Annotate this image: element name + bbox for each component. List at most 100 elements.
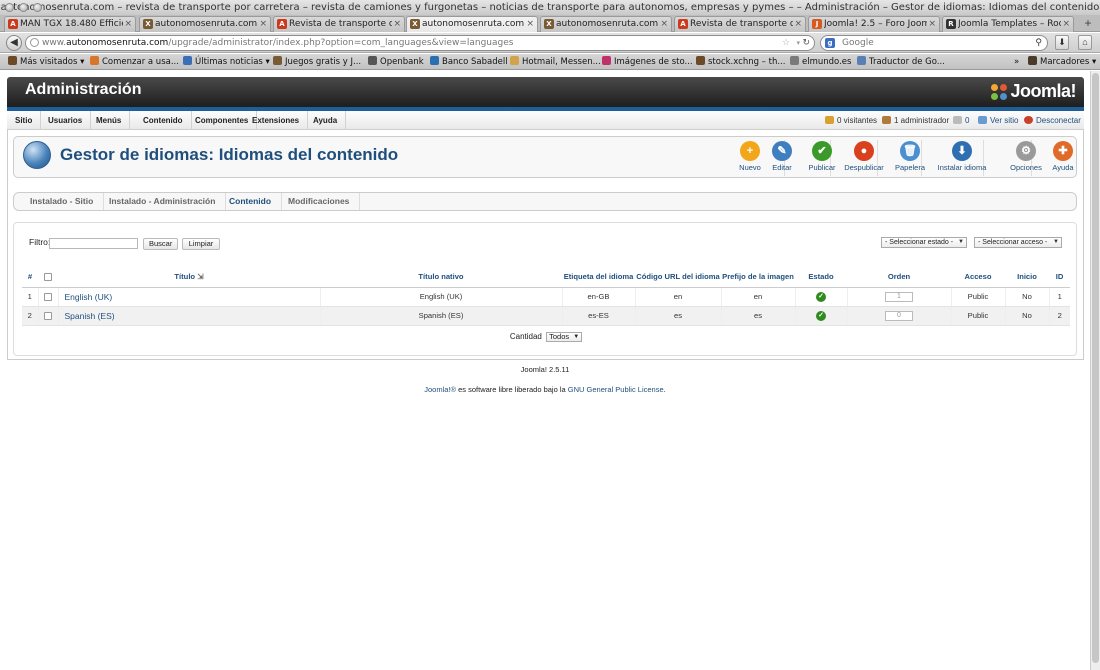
col-order[interactable]: Orden [847, 267, 951, 288]
bookmark-item[interactable]: Más visitados ▾ [8, 54, 84, 70]
home-icon[interactable]: ⌂ [1078, 35, 1092, 50]
state-select[interactable]: - Seleccionar estado - ▼ [881, 237, 967, 248]
languages-table-wrap: # Título ⇲ Título nativo Etiqueta del id… [22, 267, 1070, 326]
bookmark-item[interactable]: Hotmail, Messen... [510, 54, 601, 70]
toolbar-label: Nuevo [739, 163, 761, 172]
col-url[interactable]: Código URL del idioma [635, 267, 721, 288]
scrollbar-thumb[interactable] [1092, 73, 1099, 663]
zoom-window-icon[interactable] [33, 3, 42, 12]
subtab[interactable]: Instalado - Sitio [20, 193, 105, 210]
reload-icon[interactable]: ↻ [802, 36, 810, 50]
downloads-icon[interactable]: ⬇ [1055, 35, 1069, 50]
search-icon[interactable]: ⚲ [1035, 36, 1042, 50]
tab-close-icon[interactable]: × [1062, 17, 1070, 31]
bookmark-item[interactable]: Openbank [368, 54, 424, 70]
access-select[interactable]: - Seleccionar acceso - ▼ [974, 237, 1062, 248]
subtab[interactable]: Contenido [219, 193, 283, 210]
tab-close-icon[interactable]: × [526, 17, 534, 31]
published-check-icon[interactable]: ✓ [816, 291, 826, 302]
toolbar-button[interactable]: ✔ Publicar [800, 141, 844, 175]
order-input[interactable]: 1 [885, 292, 913, 302]
tab-close-icon[interactable]: × [928, 17, 936, 31]
row-checkbox[interactable] [44, 312, 52, 320]
close-window-icon[interactable] [5, 3, 14, 12]
bookmark-item[interactable]: Comenzar a usa... [90, 54, 179, 70]
star-icon[interactable]: ☆ [782, 36, 790, 50]
browser-tab[interactable]: A Revista de transporte d... × [273, 16, 405, 32]
vertical-scrollbar[interactable] [1090, 71, 1100, 670]
window-titlebar: autonomosenruta.com – revista de transpo… [0, 0, 1100, 15]
tab-close-icon[interactable]: × [124, 17, 132, 31]
logout-icon [1024, 116, 1033, 124]
bookmark-item[interactable]: stock.xchng – th... [696, 54, 785, 70]
menu-item[interactable]: Ayuda [305, 111, 347, 130]
tab-close-icon[interactable]: × [259, 17, 267, 31]
minimize-window-icon[interactable] [19, 3, 28, 12]
clear-button[interactable]: Limpiar [182, 238, 220, 250]
menu-item[interactable]: Contenido [135, 111, 192, 130]
bookmark-item[interactable]: Imágenes de sto... [602, 54, 693, 70]
admins-icon [882, 116, 891, 124]
row-url: en [635, 287, 722, 307]
browser-tab[interactable]: A Revista de transporte d... × [674, 16, 806, 32]
menu-item[interactable]: Menús [88, 111, 131, 130]
bookmark-item[interactable]: Juegos gratis y J... [273, 54, 361, 70]
url-bar[interactable]: www.autonomosenruta.com/upgrade/administ… [25, 35, 815, 51]
row-image: en [721, 287, 796, 307]
row-checkbox[interactable] [44, 293, 52, 301]
toolbar-button[interactable]: 🗑 Papelera [888, 141, 932, 175]
col-home[interactable]: Inicio [1005, 267, 1049, 288]
browser-tab[interactable]: JJoomla! 2.5 – Foro Joom...× [808, 16, 940, 32]
published-check-icon[interactable]: ✓ [816, 310, 826, 321]
bookmark-item[interactable]: elmundo.es [790, 54, 851, 70]
col-state[interactable]: Estado [795, 267, 847, 288]
menu-item[interactable]: Extensiones [244, 111, 309, 130]
row-select [38, 306, 59, 326]
toolbar-button[interactable]: ✎ Editar [760, 141, 804, 175]
menu-item[interactable]: Usuarios [40, 111, 92, 130]
row-title-link[interactable]: English (UK) [58, 287, 321, 307]
row-title-link[interactable]: Spanish (ES) [58, 306, 321, 326]
col-image[interactable]: Prefijo de la imagen [721, 267, 795, 288]
toolbar-button[interactable]: ⬇ Instalar idioma [934, 141, 990, 175]
google-icon[interactable]: g [825, 38, 835, 48]
col-title[interactable]: Título ⇲ [58, 267, 320, 288]
col-native[interactable]: Título nativo [320, 267, 562, 288]
toolbar-button[interactable]: ● Despublicar [842, 141, 886, 175]
select-all-checkbox[interactable] [44, 273, 52, 282]
pagination-limit-select[interactable]: Todos ▼ [546, 332, 583, 342]
browser-tab[interactable]: R Joomla Templates – Roc... × [942, 16, 1074, 32]
messages-status[interactable]: 0 [953, 111, 969, 130]
back-button[interactable]: ◀ [6, 35, 22, 51]
subtab[interactable]: Instalado - Administración [99, 193, 227, 210]
bookmark-item[interactable]: Marcadores ▾ [1028, 54, 1096, 70]
subtab[interactable]: Modificaciones [278, 193, 361, 210]
bookmarks-overflow-icon[interactable]: » [1014, 54, 1019, 70]
gpl-link[interactable]: GNU General Public License [568, 385, 664, 394]
bookmark-item[interactable]: Traductor de Go... [857, 54, 945, 70]
browser-tab[interactable]: Xautonomosenruta.com –...× [406, 16, 538, 32]
toolbar-button[interactable]: ✚ Ayuda [1041, 141, 1085, 175]
row-id: 1 [1049, 287, 1070, 307]
browser-tab[interactable]: Xautonomosenruta.com –...× [540, 16, 672, 32]
browser-tab[interactable]: Xautonomosenruta.com –...× [139, 16, 271, 32]
order-input[interactable]: 0 [885, 311, 913, 321]
search-bar[interactable]: g Google ⚲ [820, 35, 1048, 51]
col-id[interactable]: ID [1049, 267, 1070, 288]
joomla-link[interactable]: Joomla!® [424, 385, 456, 394]
col-tag[interactable]: Etiqueta del idioma [562, 267, 635, 288]
browser-tab[interactable]: AMAN TGX 18.480 Efficie...× [4, 16, 136, 32]
new-tab-button[interactable]: + [1080, 16, 1096, 30]
tab-close-icon[interactable]: × [393, 17, 401, 31]
search-button[interactable]: Buscar [143, 238, 178, 250]
tab-close-icon[interactable]: × [660, 17, 668, 31]
bookmark-item[interactable]: Últimas noticias ▾ [183, 54, 270, 70]
logout-link[interactable]: Desconectar [1024, 111, 1081, 130]
menu-item[interactable]: Sitio [7, 111, 42, 130]
dropdown-icon[interactable]: ▾ [796, 36, 800, 50]
filter-input[interactable] [49, 238, 138, 249]
tab-close-icon[interactable]: × [794, 17, 802, 31]
col-access[interactable]: Acceso [951, 267, 1005, 288]
bookmark-item[interactable]: Banco Sabadell [430, 54, 508, 70]
view-site-link[interactable]: Ver sitio [978, 111, 1018, 130]
